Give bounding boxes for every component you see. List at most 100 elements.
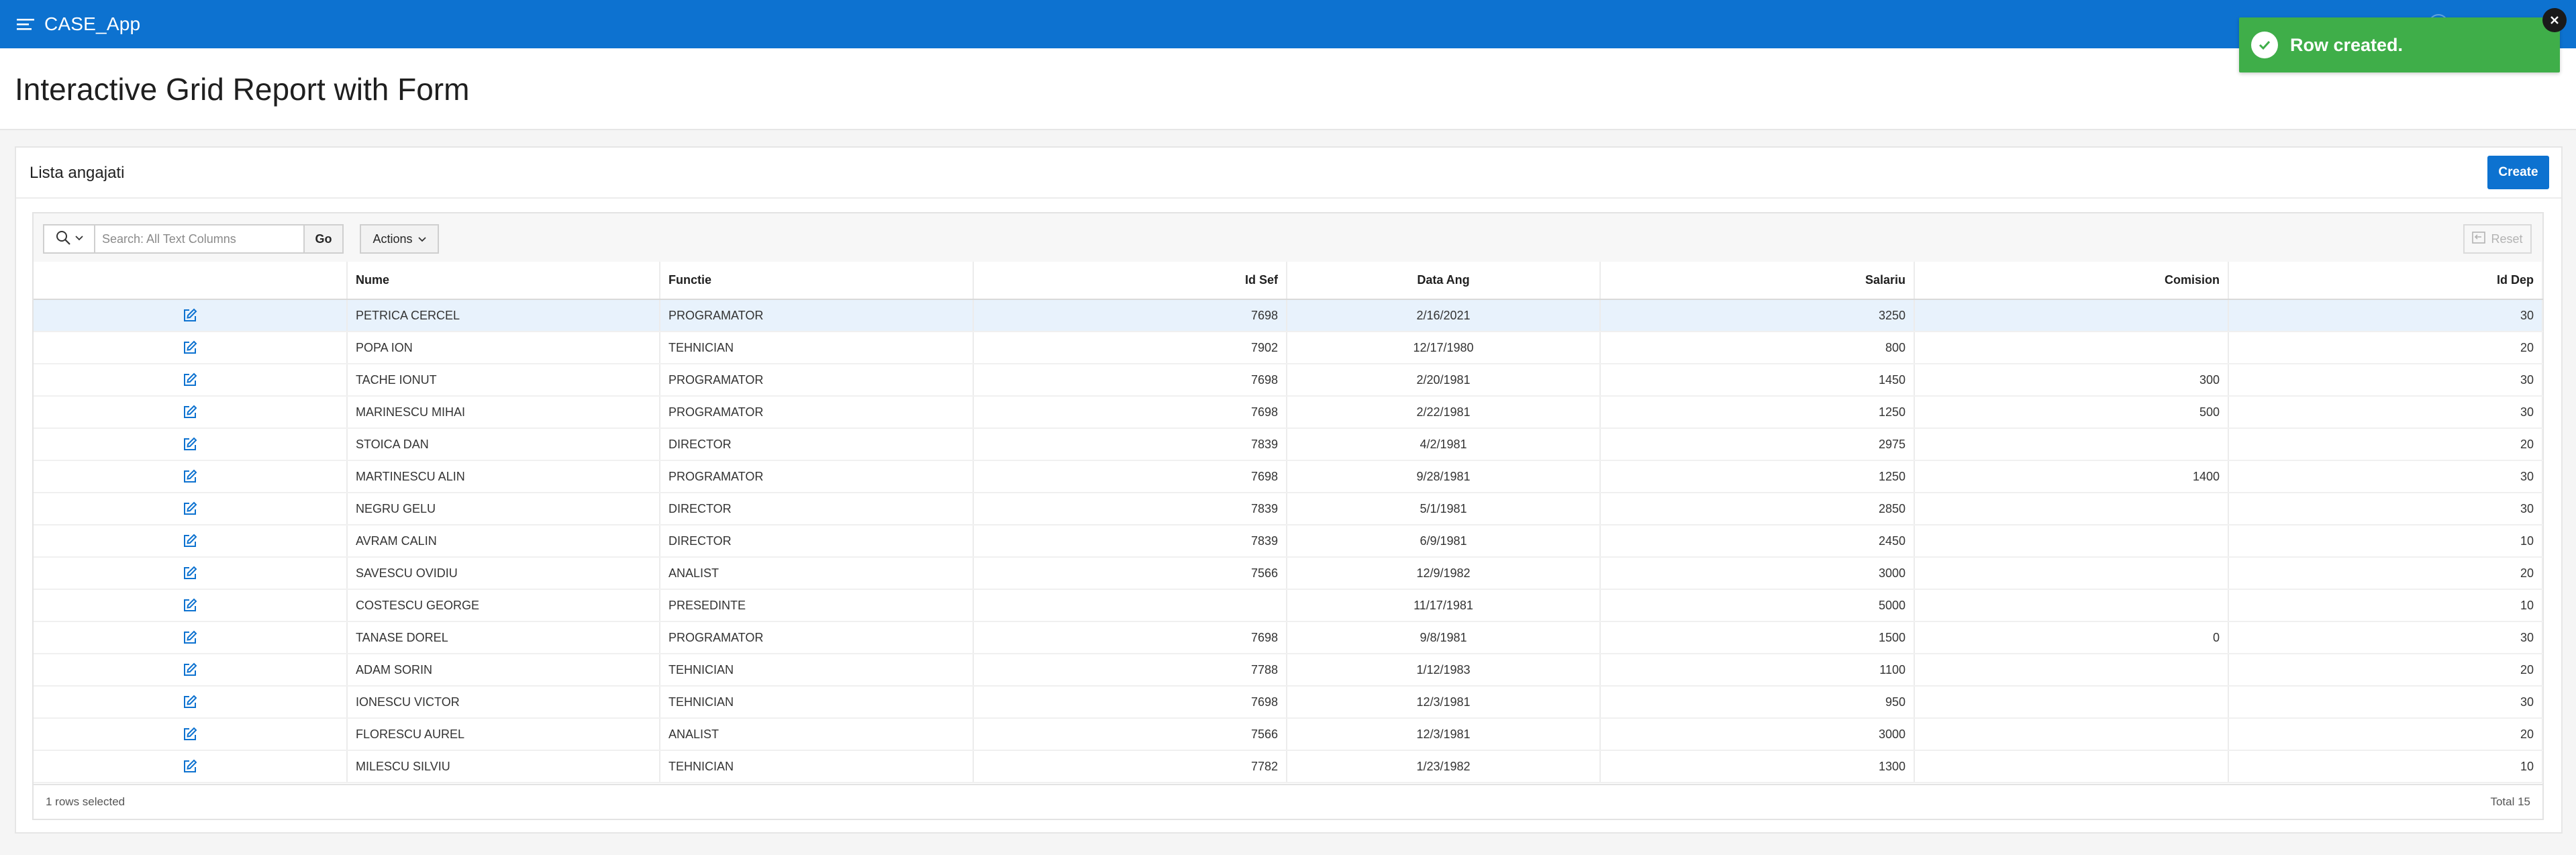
table-cell[interactable]: 7698 [973, 396, 1287, 429]
table-row[interactable]: TACHE IONUT PROGRAMATOR 7698 2/20/1981 1450 3… [34, 364, 2543, 397]
table-cell[interactable]: PROGRAMATOR [660, 460, 974, 493]
table-cell[interactable]: 7698 [973, 299, 1287, 332]
table-cell[interactable]: TEHNICIAN [660, 332, 974, 364]
table-row[interactable]: STOICA DAN DIRECTOR 7839 4/2/1981 2975 20 [34, 428, 2543, 461]
edit-icon[interactable] [183, 695, 197, 709]
table-cell[interactable]: 1100 [1600, 654, 1915, 687]
go-button[interactable]: Go [303, 225, 342, 252]
table-cell[interactable]: 10 [2228, 589, 2543, 622]
table-cell[interactable]: MARTINESCU ALIN [347, 460, 660, 493]
table-cell[interactable]: 1300 [1600, 750, 1915, 783]
table-row[interactable]: NEGRU GELU DIRECTOR 7839 5/1/1981 2850 30 [34, 493, 2543, 525]
table-cell[interactable]: 7698 [973, 460, 1287, 493]
table-cell[interactable] [1914, 525, 2229, 558]
table-cell[interactable]: 11/17/1981 [1287, 589, 1601, 622]
table-cell[interactable]: 7698 [973, 686, 1287, 719]
table-cell[interactable]: 4/2/1981 [1287, 428, 1601, 461]
edit-icon[interactable] [183, 759, 197, 774]
table-cell[interactable]: IONESCU VICTOR [347, 686, 660, 719]
table-cell[interactable]: 1250 [1600, 396, 1915, 429]
table-cell[interactable]: 2/16/2021 [1287, 299, 1601, 332]
edit-icon[interactable] [183, 662, 197, 677]
table-cell[interactable]: TEHNICIAN [660, 686, 974, 719]
table-cell[interactable] [1914, 557, 2229, 590]
column-header[interactable]: Functie [660, 262, 974, 300]
table-cell[interactable]: 12/3/1981 [1287, 686, 1601, 719]
edit-icon[interactable] [183, 598, 197, 613]
table-cell[interactable]: DIRECTOR [660, 493, 974, 525]
table-cell[interactable]: 5000 [1600, 589, 1915, 622]
column-header[interactable]: Data Ang [1287, 262, 1601, 300]
table-cell[interactable]: 20 [2228, 718, 2543, 751]
table-cell[interactable]: 30 [2228, 621, 2543, 654]
edit-icon[interactable] [183, 727, 197, 742]
table-cell[interactable]: 1500 [1600, 621, 1915, 654]
column-header[interactable]: Comision [1914, 262, 2229, 300]
table-cell[interactable]: PROGRAMATOR [660, 364, 974, 397]
table-cell[interactable]: 6/9/1981 [1287, 525, 1601, 558]
table-cell[interactable]: ANALIST [660, 557, 974, 590]
table-cell[interactable]: 9/8/1981 [1287, 621, 1601, 654]
table-cell[interactable]: 12/3/1981 [1287, 718, 1601, 751]
table-cell[interactable]: 10 [2228, 525, 2543, 558]
edit-icon[interactable] [183, 501, 197, 516]
actions-menu-button[interactable]: Actions [360, 224, 439, 254]
search-input[interactable] [95, 225, 303, 252]
table-row[interactable]: ADAM SORIN TEHNICIAN 7788 1/12/1983 1100 20 [34, 654, 2543, 687]
table-row[interactable]: SAVESCU OVIDIU ANALIST 7566 12/9/1982 3000 20 [34, 557, 2543, 590]
menu-icon[interactable] [12, 11, 39, 38]
table-cell[interactable]: 7839 [973, 428, 1287, 461]
table-cell[interactable]: 5/1/1981 [1287, 493, 1601, 525]
table-cell[interactable]: 30 [2228, 396, 2543, 429]
app-title[interactable]: CASE_App [44, 13, 140, 35]
column-header[interactable]: Id Dep [2228, 262, 2543, 300]
table-cell[interactable]: 1450 [1600, 364, 1915, 397]
table-cell[interactable] [1914, 589, 2229, 622]
table-cell[interactable]: 7788 [973, 654, 1287, 687]
table-cell[interactable] [1914, 332, 2229, 364]
table-cell[interactable]: 20 [2228, 332, 2543, 364]
table-cell[interactable]: 7839 [973, 493, 1287, 525]
table-cell[interactable]: 2/20/1981 [1287, 364, 1601, 397]
table-cell[interactable]: 3250 [1600, 299, 1915, 332]
table-row[interactable]: AVRAM CALIN DIRECTOR 7839 6/9/1981 2450 10 [34, 525, 2543, 558]
table-cell[interactable]: 300 [1914, 364, 2229, 397]
table-cell[interactable] [1914, 718, 2229, 751]
table-row[interactable]: PETRICA CERCEL PROGRAMATOR 7698 2/16/2021 32… [34, 299, 2543, 332]
table-cell[interactable] [1914, 750, 2229, 783]
table-cell[interactable]: 1/12/1983 [1287, 654, 1601, 687]
table-cell[interactable]: 12/17/1980 [1287, 332, 1601, 364]
table-row[interactable]: COSTESCU GEORGE PRESEDINTE 11/17/1981 5000 1… [34, 589, 2543, 622]
table-cell[interactable]: 2450 [1600, 525, 1915, 558]
table-cell[interactable]: 20 [2228, 654, 2543, 687]
table-row[interactable]: IONESCU VICTOR TEHNICIAN 7698 12/3/1981 950 3… [34, 686, 2543, 719]
table-cell[interactable] [1914, 654, 2229, 687]
table-cell[interactable]: TACHE IONUT [347, 364, 660, 397]
table-cell[interactable]: 30 [2228, 686, 2543, 719]
reset-button[interactable]: Reset [2463, 224, 2532, 254]
table-row[interactable]: MARTINESCU ALIN PROGRAMATOR 7698 9/28/1981 1… [34, 460, 2543, 493]
edit-icon[interactable] [183, 437, 197, 452]
table-cell[interactable]: 30 [2228, 460, 2543, 493]
table-cell[interactable]: 7566 [973, 557, 1287, 590]
table-cell[interactable]: 9/28/1981 [1287, 460, 1601, 493]
edit-icon[interactable] [183, 534, 197, 548]
table-cell[interactable]: 500 [1914, 396, 2229, 429]
table-cell[interactable]: PROGRAMATOR [660, 621, 974, 654]
table-cell[interactable]: 2/22/1981 [1287, 396, 1601, 429]
edit-icon[interactable] [183, 308, 197, 323]
table-cell[interactable]: PETRICA CERCEL [347, 299, 660, 332]
table-cell[interactable]: 30 [2228, 493, 2543, 525]
table-row[interactable]: TANASE DOREL PROGRAMATOR 7698 9/8/1981 1500 0… [34, 621, 2543, 654]
table-cell[interactable]: COSTESCU GEORGE [347, 589, 660, 622]
table-cell[interactable]: FLORESCU AUREL [347, 718, 660, 751]
table-cell[interactable]: NEGRU GELU [347, 493, 660, 525]
table-cell[interactable]: 3000 [1600, 557, 1915, 590]
edit-icon[interactable] [183, 372, 197, 387]
table-row[interactable]: POPA ION TEHNICIAN 7902 12/17/1980 800 20 [34, 332, 2543, 364]
edit-icon[interactable] [183, 340, 197, 355]
table-cell[interactable]: DIRECTOR [660, 525, 974, 558]
table-cell[interactable]: PROGRAMATOR [660, 396, 974, 429]
table-cell[interactable]: AVRAM CALIN [347, 525, 660, 558]
table-cell[interactable]: 1400 [1914, 460, 2229, 493]
